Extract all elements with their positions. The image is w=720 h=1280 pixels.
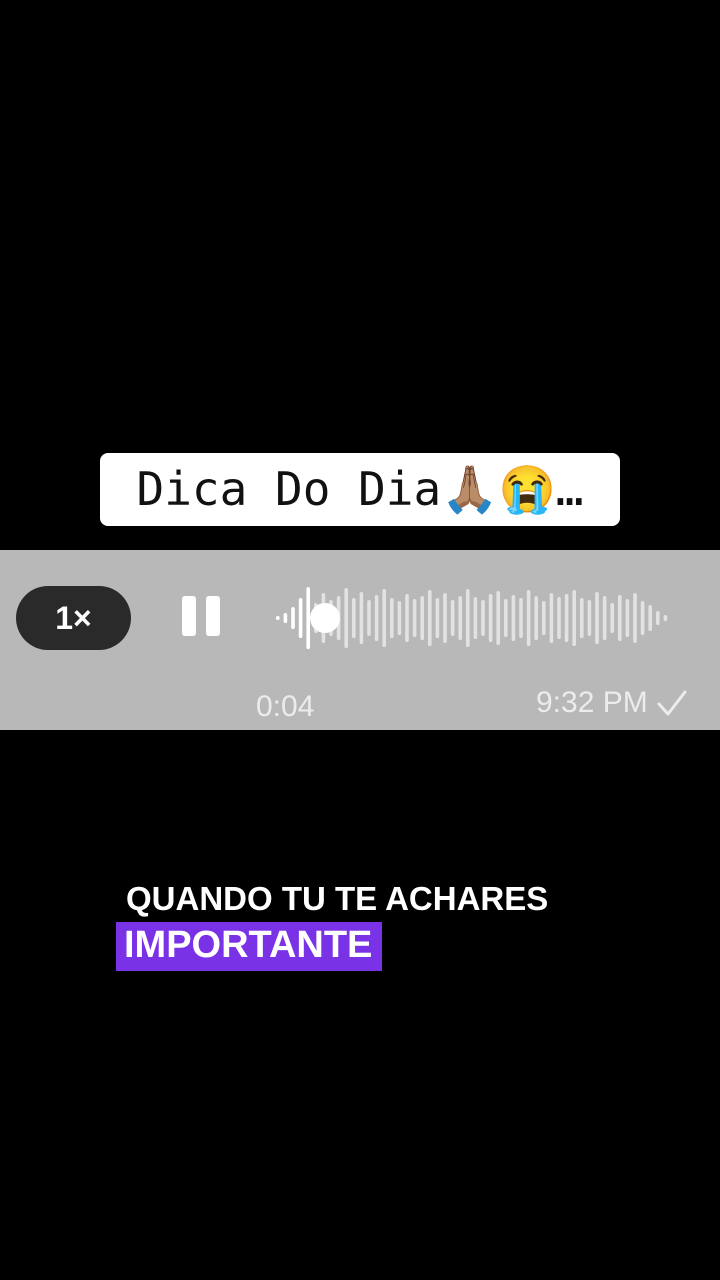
waveform-bar	[625, 599, 630, 637]
waveform-bar	[359, 592, 364, 644]
waveform-bar	[648, 605, 652, 631]
title-banner: Dica Do Dia🙏🏽😭…	[100, 453, 620, 526]
waveform-bar	[367, 600, 371, 636]
waveform-bar	[481, 600, 485, 636]
caption-line-1: QUANDO TU TE ACHARES	[126, 880, 549, 917]
waveform-bar	[557, 597, 561, 639]
waveform-bar	[397, 601, 402, 635]
waveform-bar	[390, 598, 394, 638]
waveform-bar	[306, 587, 310, 649]
waveform-bar	[488, 594, 493, 642]
waveform-bar	[504, 599, 508, 637]
waveform-bar	[572, 590, 576, 646]
waveform-bar	[496, 591, 500, 645]
playback-speed-button[interactable]: 1×	[16, 586, 131, 650]
subtitle-caption: QUANDO TU TE ACHARES IMPORTANTE	[116, 880, 616, 971]
waveform-bar	[519, 598, 523, 638]
waveform-bar	[352, 598, 356, 638]
timestamp-text: 9:32 PM	[536, 686, 648, 719]
waveform-bar	[291, 607, 295, 629]
waveform-bar	[602, 596, 607, 640]
playback-scrubber	[310, 603, 340, 633]
playback-speed-label: 1×	[55, 599, 92, 636]
waveform-bar	[412, 599, 417, 637]
waveform-bar	[466, 589, 470, 647]
waveform-bar	[405, 594, 409, 642]
waveform-bar	[450, 600, 455, 636]
waveform-bar	[458, 596, 462, 640]
pause-icon[interactable]	[176, 596, 226, 640]
waveform-bar	[428, 590, 432, 646]
waveform-bar	[640, 601, 645, 635]
waveform-bar	[595, 592, 599, 644]
waveform-bar	[435, 598, 440, 638]
waveform-bar	[587, 600, 592, 636]
waveform-bar	[298, 598, 303, 638]
waveform-bar	[283, 613, 288, 623]
waveform-bar	[473, 597, 478, 639]
audio-waveform[interactable]	[270, 580, 700, 656]
waveform-bar	[663, 615, 668, 621]
waveform-bar	[511, 595, 516, 641]
waveform-bar	[633, 593, 637, 643]
waveform-bar	[549, 593, 554, 643]
waveform-bar	[610, 603, 614, 633]
waveform-bar	[534, 596, 538, 640]
elapsed-time: 0:04	[256, 690, 315, 723]
waveform-bar	[526, 590, 531, 646]
waveform-bar	[443, 593, 447, 643]
waveform-bar	[542, 601, 546, 635]
title-text: Dica Do Dia🙏🏽😭…	[136, 462, 584, 516]
message-timestamp: 9:32 PM	[536, 686, 688, 720]
waveform-bar	[374, 595, 379, 641]
waveform-bar	[382, 589, 386, 647]
voice-message-player: 1× 0:04 9:32 PM	[0, 550, 720, 730]
waveform-bar	[276, 616, 280, 620]
caption-line-2-highlighted: IMPORTANTE	[116, 922, 383, 971]
check-icon	[657, 690, 687, 716]
waveform-bar	[656, 611, 660, 625]
waveform-bar	[344, 588, 348, 648]
waveform-bar	[564, 594, 569, 642]
waveform-bar	[580, 598, 584, 638]
waveform-bar	[420, 596, 424, 640]
waveform-bar	[618, 595, 622, 641]
